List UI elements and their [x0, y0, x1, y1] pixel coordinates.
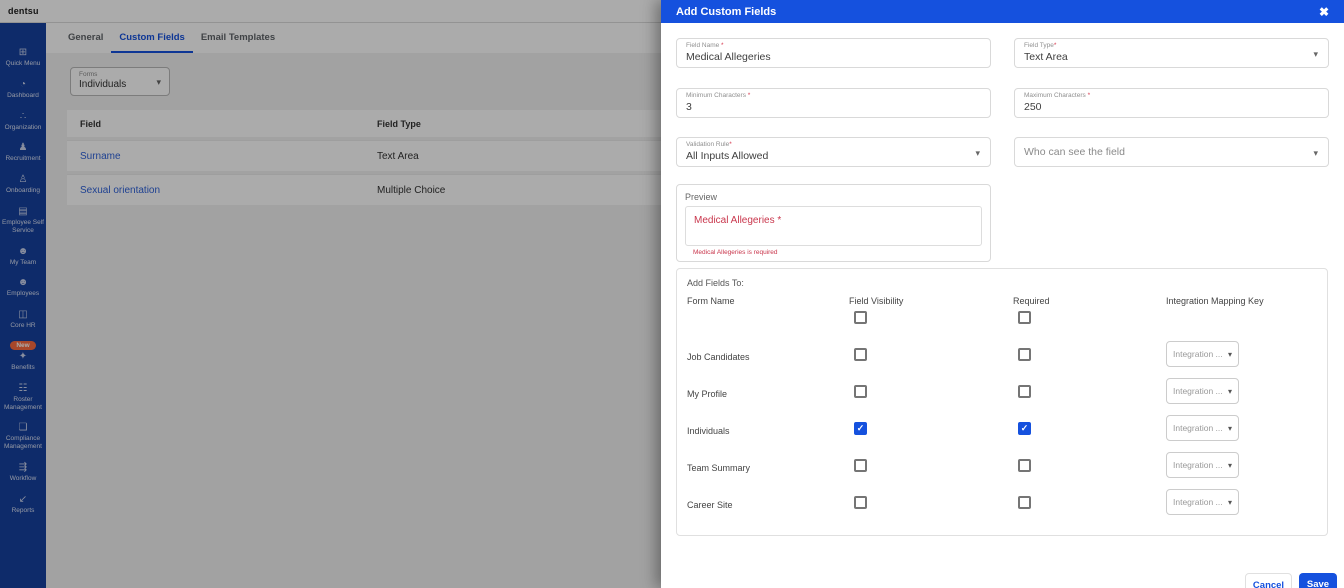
form-row-career-site: Career Site ✓ ✓ Integration ...▾ [677, 496, 1327, 526]
validation-rule-label: Validation Rule* [686, 141, 981, 148]
maximum-characters-label: Maximum Characters * [1024, 92, 1319, 99]
field-type-label: Field Type* [1024, 42, 1319, 49]
field-type-select[interactable]: Field Type* Text Area ▾ [1014, 38, 1329, 68]
chevron-down-icon: ▾ [1228, 424, 1232, 433]
required-checkbox[interactable]: ✓ [1018, 422, 1031, 435]
form-row-individuals: Individuals ✓ ✓ Integration ...▾ [677, 422, 1327, 452]
required-checkbox[interactable]: ✓ [1018, 311, 1031, 324]
integration-placeholder: Integration ... [1173, 460, 1225, 470]
minimum-characters-value: 3 [686, 101, 981, 113]
required-checkbox[interactable]: ✓ [1018, 459, 1031, 472]
integration-placeholder: Integration ... [1173, 497, 1225, 507]
chevron-down-icon: ▾ [1313, 148, 1318, 159]
required-asterisk: * [729, 141, 732, 148]
form-name: Career Site [687, 500, 837, 510]
chevron-down-icon: ▾ [1228, 350, 1232, 359]
preview-field[interactable]: Medical Allegeries * [685, 206, 982, 246]
field-visibility-checkbox[interactable]: ✓ [854, 459, 867, 472]
who-can-see-select[interactable]: Who can see the field ▾ [1014, 137, 1329, 167]
maximum-characters-value: 250 [1024, 101, 1319, 113]
check-icon: ✓ [857, 424, 865, 433]
save-button[interactable]: Save [1299, 573, 1337, 588]
required-asterisk: * [748, 92, 751, 99]
chevron-down-icon: ▾ [1228, 387, 1232, 396]
cancel-button[interactable]: Cancel [1245, 573, 1292, 588]
field-name-value: Medical Allegeries [686, 51, 981, 63]
form-name: My Profile [687, 389, 837, 399]
integration-mapping-select[interactable]: Integration ...▾ [1166, 415, 1239, 441]
field-visibility-checkbox[interactable]: ✓ [854, 385, 867, 398]
check-icon: ✓ [1021, 424, 1029, 433]
minimum-characters-input[interactable]: Minimum Characters * 3 [676, 88, 991, 118]
preview-field-label: Medical Allegeries * [694, 215, 781, 226]
column-header-integration-mapping-key: Integration Mapping Key [1166, 296, 1264, 306]
integration-mapping-select[interactable]: Integration ...▾ [1166, 378, 1239, 404]
form-name: Job Candidates [687, 352, 837, 362]
chevron-down-icon: ▾ [1228, 461, 1232, 470]
required-asterisk: * [721, 42, 724, 49]
form-row: ✓ ✓ [677, 311, 1327, 341]
column-header-form-name: Form Name [687, 296, 735, 306]
form-row-my-profile: My Profile ✓ ✓ Integration ...▾ [677, 385, 1327, 415]
chevron-down-icon: ▾ [975, 148, 980, 159]
preview-label: Preview [685, 192, 717, 202]
close-icon[interactable]: ✖ [1319, 6, 1329, 18]
modal-title: Add Custom Fields [676, 6, 776, 18]
integration-placeholder: Integration ... [1173, 349, 1225, 359]
required-checkbox[interactable]: ✓ [1018, 496, 1031, 509]
integration-placeholder: Integration ... [1173, 423, 1225, 433]
required-checkbox[interactable]: ✓ [1018, 385, 1031, 398]
required-checkbox[interactable]: ✓ [1018, 348, 1031, 361]
maximum-characters-input[interactable]: Maximum Characters * 250 [1014, 88, 1329, 118]
field-name-input[interactable]: Field Name * Medical Allegeries [676, 38, 991, 68]
app-window: dentsu ⊞ Quick Menu ◔ Dashboard ∴ Organi… [0, 0, 1344, 588]
column-header-required: Required [1013, 296, 1050, 306]
form-name: Individuals [687, 426, 837, 436]
integration-placeholder: Integration ... [1173, 386, 1225, 396]
minimum-characters-label: Minimum Characters * [686, 92, 981, 99]
modal-header: Add Custom Fields ✖ [661, 0, 1344, 23]
required-asterisk: * [1054, 42, 1057, 49]
integration-mapping-select[interactable]: Integration ...▾ [1166, 452, 1239, 478]
who-can-see-placeholder: Who can see the field [1024, 146, 1125, 158]
field-type-value: Text Area [1024, 51, 1319, 63]
column-header-field-visibility: Field Visibility [849, 296, 903, 306]
integration-mapping-select[interactable]: Integration ...▾ [1166, 341, 1239, 367]
chevron-down-icon: ▾ [1313, 49, 1318, 60]
preview-panel: Preview Medical Allegeries * Medical All… [676, 184, 991, 262]
required-asterisk: * [1088, 92, 1091, 99]
form-row-job-candidates: Job Candidates ✓ ✓ Integration ...▾ [677, 348, 1327, 378]
integration-mapping-select[interactable]: Integration ...▾ [1166, 489, 1239, 515]
validation-rule-value: All Inputs Allowed [686, 150, 981, 162]
field-visibility-checkbox[interactable]: ✓ [854, 348, 867, 361]
field-name-label: Field Name * [686, 42, 981, 49]
form-name: Team Summary [687, 463, 837, 473]
chevron-down-icon: ▾ [1228, 498, 1232, 507]
form-row-team-summary: Team Summary ✓ ✓ Integration ...▾ [677, 459, 1327, 489]
validation-rule-select[interactable]: Validation Rule* All Inputs Allowed ▾ [676, 137, 991, 167]
add-custom-fields-modal: Add Custom Fields ✖ Field Name * Medical… [661, 0, 1344, 588]
add-fields-to-title: Add Fields To: [687, 278, 744, 288]
field-visibility-checkbox[interactable]: ✓ [854, 422, 867, 435]
field-visibility-checkbox[interactable]: ✓ [854, 311, 867, 324]
field-visibility-checkbox[interactable]: ✓ [854, 496, 867, 509]
add-fields-to-panel: Add Fields To: Form Name Field Visibilit… [676, 268, 1328, 536]
preview-error-text: Medical Allegeries is required [693, 249, 778, 256]
